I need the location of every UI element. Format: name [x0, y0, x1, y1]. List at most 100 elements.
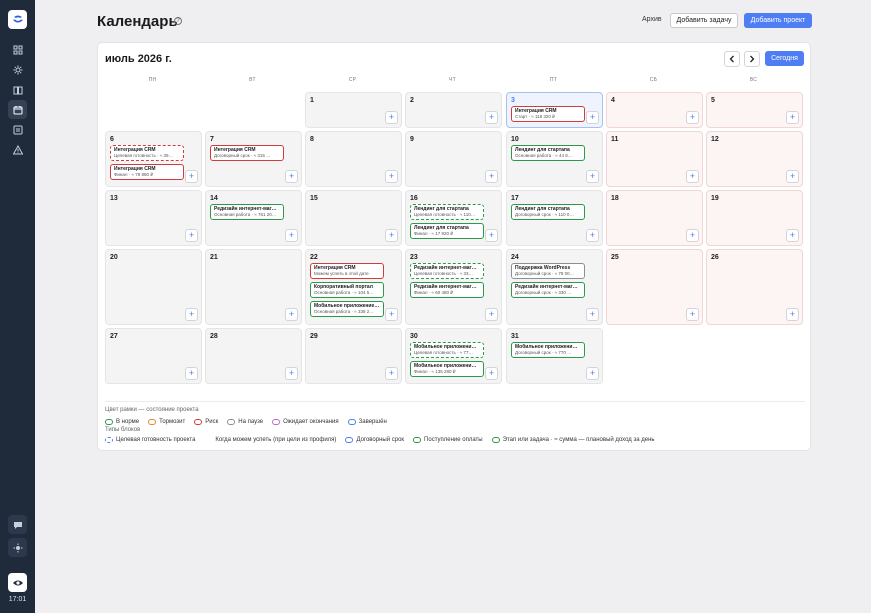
event-block[interactable]: Лендинг для стартапа Финал · ≈ 17 920 ₽ [410, 223, 484, 239]
add-event-button[interactable]: + [185, 229, 198, 242]
add-event-button[interactable]: + [586, 111, 599, 124]
event-block[interactable]: Корпоративный портал Основная работа · ≈ … [310, 282, 384, 298]
day-cell[interactable]: 17 Лендинг для стартапа Договорный срок · … [506, 190, 603, 246]
event-block[interactable]: Мобильное приложени… Финал · ≈ 135 280 ₽ [410, 361, 484, 377]
visibility-button[interactable] [8, 573, 27, 592]
event-block[interactable]: Интеграция CRM Можем успеть в этой дате [310, 263, 384, 279]
add-event-button[interactable]: + [385, 111, 398, 124]
add-project-button[interactable]: Добавить проект [744, 13, 812, 28]
book-icon[interactable] [8, 80, 27, 99]
day-cell[interactable]: 26 + [706, 249, 803, 325]
add-event-button[interactable]: + [786, 308, 799, 321]
help-icon[interactable]: ? [174, 17, 182, 25]
day-cell[interactable]: 1 + [305, 92, 402, 128]
day-cell[interactable]: 23 Редизайн интернет-маг… Целевая готовнос… [405, 249, 502, 325]
day-cell[interactable]: 4 + [606, 92, 703, 128]
event-block[interactable]: Мобильное приложени… Целевая готовность ·… [410, 342, 484, 358]
add-event-button[interactable]: + [786, 229, 799, 242]
day-cell[interactable]: 18 + [606, 190, 703, 246]
day-cell[interactable]: 2 + [405, 92, 502, 128]
add-event-button[interactable]: + [485, 367, 498, 380]
day-cell[interactable]: 16 Лендинг для стартапа Целевая готовность… [405, 190, 502, 246]
add-event-button[interactable]: + [786, 170, 799, 183]
event-block[interactable]: Интеграция CRM Финал · ≈ 78 880 ₽ [110, 164, 184, 180]
event-block[interactable]: Интеграция CRM Целевая готовность · ≈ 39… [110, 145, 184, 161]
event-block[interactable]: Интеграция CRM Старт · ≈ 118 320 ₽ [511, 106, 585, 122]
add-event-button[interactable]: + [485, 308, 498, 321]
add-event-button[interactable]: + [686, 170, 699, 183]
day-cell[interactable]: 27 + [105, 328, 202, 384]
event-block[interactable]: Лендинг для стартапа Договорный срок · ≈ … [511, 204, 585, 220]
day-cell[interactable]: 30 Мобильное приложени… Целевая готовность… [405, 328, 502, 384]
add-event-button[interactable]: + [485, 229, 498, 242]
sun-icon[interactable] [8, 60, 27, 79]
prev-month-button[interactable] [724, 51, 740, 67]
day-cell[interactable]: 11 + [606, 131, 703, 187]
add-event-button[interactable]: + [485, 170, 498, 183]
add-event-button[interactable]: + [385, 170, 398, 183]
day-cell[interactable]: 9 + [405, 131, 502, 187]
event-block[interactable]: Интеграция CRM Договорный срок · ≈ 315 … [210, 145, 284, 161]
day-cell[interactable]: 10 Лендинг для стартапа Основная работа · … [506, 131, 603, 187]
add-event-button[interactable]: + [385, 308, 398, 321]
day-cell[interactable]: 12 + [706, 131, 803, 187]
day-cell[interactable]: 21 + [205, 249, 302, 325]
legend-label: Целевая готовность проекта [116, 437, 196, 443]
day-cell[interactable]: 31 Мобильное приложени… Договорный срок · … [506, 328, 603, 384]
add-event-button[interactable]: + [586, 367, 599, 380]
event-block[interactable]: Мобильное приложение… Основная работа · ≈… [310, 301, 384, 317]
day-cell[interactable]: 29 + [305, 328, 402, 384]
theme-button[interactable] [8, 538, 27, 557]
chat-button[interactable] [8, 515, 27, 534]
add-event-button[interactable]: + [586, 308, 599, 321]
next-month-button[interactable] [744, 51, 760, 67]
event-block[interactable]: Лендинг для стартапа Целевая готовность ·… [410, 204, 484, 220]
add-event-button[interactable]: + [285, 170, 298, 183]
event-block[interactable]: Редизайн интернет-маг… Целевая готовность… [410, 263, 484, 279]
day-cell[interactable]: 24 Поддержка WordPress Договорный срок · ≈… [506, 249, 603, 325]
day-cell[interactable]: 22 Интеграция CRM Можем успеть в этой дате… [305, 249, 402, 325]
day-cell[interactable]: 15 + [305, 190, 402, 246]
add-event-button[interactable]: + [786, 111, 799, 124]
today-button[interactable]: Сегодня [765, 51, 804, 66]
day-cell[interactable]: 5 + [706, 92, 803, 128]
day-cell[interactable]: 8 + [305, 131, 402, 187]
event-block[interactable]: Лендинг для стартапа Основная работа · ≈ … [511, 145, 585, 161]
add-event-button[interactable]: + [686, 308, 699, 321]
alert-icon[interactable] [8, 140, 27, 159]
add-event-button[interactable]: + [185, 308, 198, 321]
calendar-icon[interactable] [8, 100, 27, 119]
report-icon[interactable] [8, 120, 27, 139]
event-block[interactable]: Редизайн интернет-маг… Финал · ≈ 60 480 ₽ [410, 282, 484, 298]
day-cell[interactable]: 20 + [105, 249, 202, 325]
add-event-button[interactable]: + [485, 111, 498, 124]
add-event-button[interactable]: + [686, 111, 699, 124]
event-block[interactable]: Редизайн интернет-маг… Основная работа · … [210, 204, 284, 220]
app-logo[interactable] [8, 10, 27, 29]
add-event-button[interactable]: + [686, 229, 699, 242]
day-cell[interactable]: 19 + [706, 190, 803, 246]
archive-link[interactable]: Архив [642, 16, 662, 23]
event-block[interactable]: Мобильное приложени… Договорный срок · ≈ … [511, 342, 585, 358]
event-block[interactable]: Поддержка WordPress Договорный срок · ≈ 7… [511, 263, 585, 279]
add-event-button[interactable]: + [285, 308, 298, 321]
dashboard-icon[interactable] [8, 40, 27, 59]
day-cell[interactable]: 3 Интеграция CRM Старт · ≈ 118 320 ₽ + [506, 92, 603, 128]
add-task-button[interactable]: Добавить задачу [670, 13, 738, 28]
add-event-button[interactable]: + [185, 170, 198, 183]
add-event-button[interactable]: + [586, 229, 599, 242]
add-event-button[interactable]: + [185, 367, 198, 380]
day-cell[interactable]: 7 Интеграция CRM Договорный срок · ≈ 315 …… [205, 131, 302, 187]
chat-icon [13, 521, 22, 529]
add-event-button[interactable]: + [285, 229, 298, 242]
day-cell[interactable]: 25 + [606, 249, 703, 325]
add-event-button[interactable]: + [285, 367, 298, 380]
event-block[interactable]: Редизайн интернет-маг… Договорный срок · … [511, 282, 585, 298]
day-cell[interactable]: 13 + [105, 190, 202, 246]
day-cell[interactable]: 28 + [205, 328, 302, 384]
add-event-button[interactable]: + [385, 229, 398, 242]
add-event-button[interactable]: + [586, 170, 599, 183]
day-cell[interactable]: 6 Интеграция CRM Целевая готовность · ≈ 39… [105, 131, 202, 187]
day-cell[interactable]: 14 Редизайн интернет-маг… Основная работа … [205, 190, 302, 246]
add-event-button[interactable]: + [385, 367, 398, 380]
